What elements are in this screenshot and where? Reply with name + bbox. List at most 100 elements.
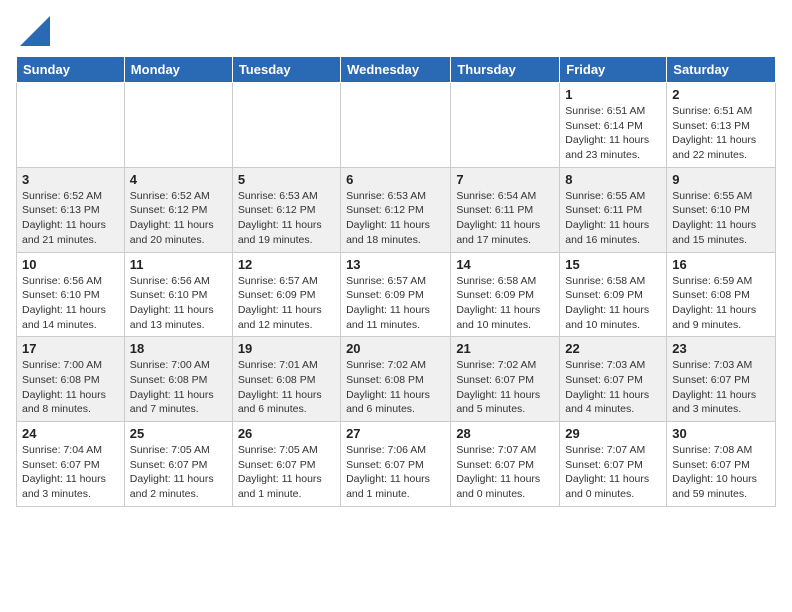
day-number: 24 xyxy=(22,426,119,441)
day-info: Sunrise: 7:06 AM Sunset: 6:07 PM Dayligh… xyxy=(346,443,445,502)
day-number: 11 xyxy=(130,257,227,272)
day-number: 30 xyxy=(672,426,770,441)
day-cell: 7Sunrise: 6:54 AM Sunset: 6:11 PM Daylig… xyxy=(451,167,560,252)
day-number: 27 xyxy=(346,426,445,441)
day-number: 29 xyxy=(565,426,661,441)
day-cell: 4 Sunrise: 6:52 AM Sunset: 6:12 PM Daylig… xyxy=(124,167,232,252)
weekday-header-friday: Friday xyxy=(560,57,667,83)
day-cell: 24 Sunrise: 7:04 AM Sunset: 6:07 PM Dayli… xyxy=(17,422,125,507)
day-number: 9 xyxy=(672,172,770,187)
day-number: 23 xyxy=(672,341,770,356)
day-cell: 25Sunrise: 7:05 AM Sunset: 6:07 PM Dayli… xyxy=(124,422,232,507)
week-row-4: 17 Sunrise: 7:00 AM Sunset: 6:08 PM Dayli… xyxy=(17,337,776,422)
day-cell: 14Sunrise: 6:58 AM Sunset: 6:09 PM Dayli… xyxy=(451,252,560,337)
day-cell: 29 Sunrise: 7:07 AM Sunset: 6:07 PM Dayli… xyxy=(560,422,667,507)
day-info: Sunrise: 7:08 AM Sunset: 6:07 PM Dayligh… xyxy=(672,443,770,502)
day-info: Sunrise: 6:52 AM Sunset: 6:12 PM Dayligh… xyxy=(130,189,227,248)
day-cell: 10 Sunrise: 6:56 AM Sunset: 6:10 PM Dayli… xyxy=(17,252,125,337)
day-info: Sunrise: 7:05 AM Sunset: 6:07 PM Dayligh… xyxy=(238,443,335,502)
day-info: Sunrise: 6:56 AM Sunset: 6:10 PM Dayligh… xyxy=(22,274,119,333)
day-info: Sunrise: 6:59 AM Sunset: 6:08 PM Dayligh… xyxy=(672,274,770,333)
weekday-header-saturday: Saturday xyxy=(667,57,776,83)
day-info: Sunrise: 7:00 AM Sunset: 6:08 PM Dayligh… xyxy=(22,358,119,417)
day-cell: 22 Sunrise: 7:03 AM Sunset: 6:07 PM Dayli… xyxy=(560,337,667,422)
page: SundayMondayTuesdayWednesdayThursdayFrid… xyxy=(0,0,792,523)
day-number: 8 xyxy=(565,172,661,187)
day-cell: 19Sunrise: 7:01 AM Sunset: 6:08 PM Dayli… xyxy=(232,337,340,422)
day-cell: 11 Sunrise: 6:56 AM Sunset: 6:10 PM Dayli… xyxy=(124,252,232,337)
day-number: 22 xyxy=(565,341,661,356)
day-cell: 1 Sunrise: 6:51 AM Sunset: 6:14 PM Daylig… xyxy=(560,83,667,168)
day-info: Sunrise: 6:58 AM Sunset: 6:09 PM Dayligh… xyxy=(565,274,661,333)
day-cell: 26 Sunrise: 7:05 AM Sunset: 6:07 PM Dayli… xyxy=(232,422,340,507)
day-number: 17 xyxy=(22,341,119,356)
logo xyxy=(16,16,50,46)
day-number: 10 xyxy=(22,257,119,272)
day-info: Sunrise: 7:03 AM Sunset: 6:07 PM Dayligh… xyxy=(672,358,770,417)
day-info: Sunrise: 6:51 AM Sunset: 6:13 PM Dayligh… xyxy=(672,104,770,163)
day-number: 15 xyxy=(565,257,661,272)
day-cell: 9Sunrise: 6:55 AM Sunset: 6:10 PM Daylig… xyxy=(667,167,776,252)
day-cell: 30 Sunrise: 7:08 AM Sunset: 6:07 PM Dayli… xyxy=(667,422,776,507)
day-cell: 23 Sunrise: 7:03 AM Sunset: 6:07 PM Dayli… xyxy=(667,337,776,422)
day-info: Sunrise: 7:07 AM Sunset: 6:07 PM Dayligh… xyxy=(565,443,661,502)
day-cell xyxy=(17,83,125,168)
week-row-5: 24 Sunrise: 7:04 AM Sunset: 6:07 PM Dayli… xyxy=(17,422,776,507)
day-info: Sunrise: 6:56 AM Sunset: 6:10 PM Dayligh… xyxy=(130,274,227,333)
weekday-header-monday: Monday xyxy=(124,57,232,83)
day-cell: 3 Sunrise: 6:52 AM Sunset: 6:13 PM Daylig… xyxy=(17,167,125,252)
day-cell xyxy=(232,83,340,168)
day-cell: 16 Sunrise: 6:59 AM Sunset: 6:08 PM Dayli… xyxy=(667,252,776,337)
calendar-table: SundayMondayTuesdayWednesdayThursdayFrid… xyxy=(16,56,776,507)
day-info: Sunrise: 6:57 AM Sunset: 6:09 PM Dayligh… xyxy=(238,274,335,333)
weekday-header-thursday: Thursday xyxy=(451,57,560,83)
day-number: 3 xyxy=(22,172,119,187)
day-info: Sunrise: 7:04 AM Sunset: 6:07 PM Dayligh… xyxy=(22,443,119,502)
day-number: 4 xyxy=(130,172,227,187)
day-cell: 13Sunrise: 6:57 AM Sunset: 6:09 PM Dayli… xyxy=(341,252,451,337)
day-cell xyxy=(124,83,232,168)
day-cell: 2Sunrise: 6:51 AM Sunset: 6:13 PM Daylig… xyxy=(667,83,776,168)
day-cell: 21 Sunrise: 7:02 AM Sunset: 6:07 PM Dayli… xyxy=(451,337,560,422)
header xyxy=(16,16,776,46)
day-number: 6 xyxy=(346,172,445,187)
day-info: Sunrise: 6:57 AM Sunset: 6:09 PM Dayligh… xyxy=(346,274,445,333)
day-number: 18 xyxy=(130,341,227,356)
day-number: 20 xyxy=(346,341,445,356)
logo-icon xyxy=(20,16,50,46)
weekday-header-wednesday: Wednesday xyxy=(341,57,451,83)
day-info: Sunrise: 7:01 AM Sunset: 6:08 PM Dayligh… xyxy=(238,358,335,417)
day-info: Sunrise: 7:02 AM Sunset: 6:07 PM Dayligh… xyxy=(456,358,554,417)
day-cell xyxy=(341,83,451,168)
day-cell: 12 Sunrise: 6:57 AM Sunset: 6:09 PM Dayli… xyxy=(232,252,340,337)
day-number: 7 xyxy=(456,172,554,187)
weekday-header-tuesday: Tuesday xyxy=(232,57,340,83)
day-info: Sunrise: 6:52 AM Sunset: 6:13 PM Dayligh… xyxy=(22,189,119,248)
day-cell: 20 Sunrise: 7:02 AM Sunset: 6:08 PM Dayli… xyxy=(341,337,451,422)
day-info: Sunrise: 7:00 AM Sunset: 6:08 PM Dayligh… xyxy=(130,358,227,417)
week-row-1: 1 Sunrise: 6:51 AM Sunset: 6:14 PM Daylig… xyxy=(17,83,776,168)
day-cell: 15 Sunrise: 6:58 AM Sunset: 6:09 PM Dayli… xyxy=(560,252,667,337)
day-info: Sunrise: 7:07 AM Sunset: 6:07 PM Dayligh… xyxy=(456,443,554,502)
day-info: Sunrise: 6:53 AM Sunset: 6:12 PM Dayligh… xyxy=(238,189,335,248)
day-cell: 27 Sunrise: 7:06 AM Sunset: 6:07 PM Dayli… xyxy=(341,422,451,507)
weekday-header-row: SundayMondayTuesdayWednesdayThursdayFrid… xyxy=(17,57,776,83)
day-info: Sunrise: 7:02 AM Sunset: 6:08 PM Dayligh… xyxy=(346,358,445,417)
day-cell: 6Sunrise: 6:53 AM Sunset: 6:12 PM Daylig… xyxy=(341,167,451,252)
day-number: 21 xyxy=(456,341,554,356)
day-cell: 5Sunrise: 6:53 AM Sunset: 6:12 PM Daylig… xyxy=(232,167,340,252)
day-cell: 8Sunrise: 6:55 AM Sunset: 6:11 PM Daylig… xyxy=(560,167,667,252)
day-number: 26 xyxy=(238,426,335,441)
day-number: 1 xyxy=(565,87,661,102)
day-number: 25 xyxy=(130,426,227,441)
day-number: 14 xyxy=(456,257,554,272)
weekday-header-sunday: Sunday xyxy=(17,57,125,83)
day-cell: 28Sunrise: 7:07 AM Sunset: 6:07 PM Dayli… xyxy=(451,422,560,507)
day-info: Sunrise: 7:03 AM Sunset: 6:07 PM Dayligh… xyxy=(565,358,661,417)
day-cell xyxy=(451,83,560,168)
day-number: 12 xyxy=(238,257,335,272)
day-number: 16 xyxy=(672,257,770,272)
week-row-2: 3 Sunrise: 6:52 AM Sunset: 6:13 PM Daylig… xyxy=(17,167,776,252)
day-cell: 17 Sunrise: 7:00 AM Sunset: 6:08 PM Dayli… xyxy=(17,337,125,422)
day-info: Sunrise: 6:51 AM Sunset: 6:14 PM Dayligh… xyxy=(565,104,661,163)
